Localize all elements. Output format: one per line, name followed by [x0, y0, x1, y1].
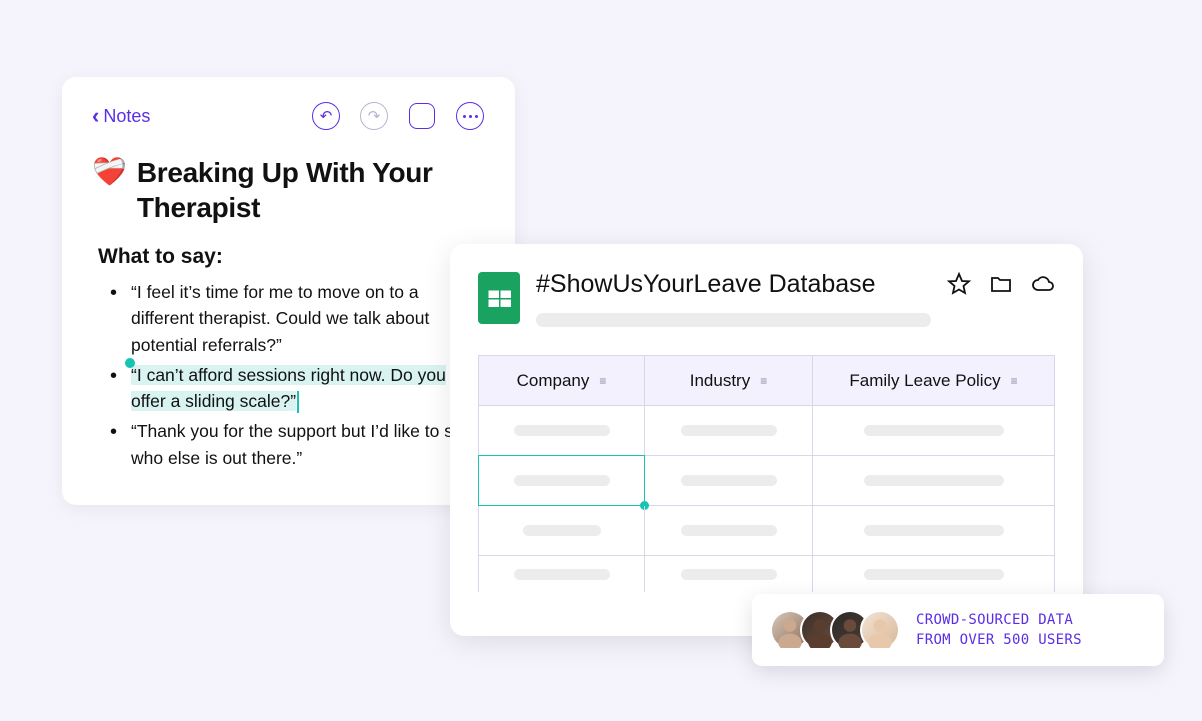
filter-icon[interactable]: ≡ [760, 374, 767, 388]
table-row[interactable] [479, 556, 1054, 592]
cloud-status-button[interactable] [1031, 272, 1055, 296]
cell-placeholder [681, 475, 777, 486]
selected-cell[interactable] [479, 456, 645, 505]
cell-placeholder [681, 525, 777, 536]
list-item[interactable]: “I can’t afford sessions right now. Do y… [102, 362, 485, 415]
sheet-menubar-placeholder [536, 313, 931, 327]
cell-placeholder [514, 569, 610, 580]
back-label: Notes [103, 106, 150, 127]
text-caret-icon [297, 391, 299, 413]
crowd-text-line2: FROM OVER 500 USERS [916, 630, 1082, 650]
avatar-stack [770, 610, 900, 650]
redo-icon: ↷ [368, 107, 381, 125]
google-sheets-icon [478, 272, 520, 324]
column-header-industry[interactable]: Industry ≡ [645, 356, 813, 405]
cell-placeholder [514, 425, 610, 436]
more-button[interactable] [455, 101, 485, 131]
ellipsis-icon [456, 102, 484, 130]
list-item[interactable]: “Thank you for the support but I’d like … [102, 418, 485, 471]
notes-toolbar: ‹ Notes ↶ ↷ [92, 99, 485, 133]
table-row[interactable] [479, 406, 1054, 456]
filter-icon[interactable]: ≡ [1011, 374, 1018, 388]
chevron-left-icon: ‹ [92, 105, 99, 127]
table-row[interactable] [479, 506, 1054, 556]
person-icon [862, 612, 898, 648]
star-button[interactable] [947, 272, 971, 296]
note-bullet-list[interactable]: “I feel it’s time for me to move on to a… [92, 279, 485, 471]
heart-bandage-emoji-icon: ❤️‍🩹 [92, 155, 127, 189]
column-header-policy[interactable]: Family Leave Policy ≡ [813, 356, 1054, 405]
list-item[interactable]: “I feel it’s time for me to move on to a… [102, 279, 485, 358]
bullet-text-selected: “I can’t afford sessions right now. Do y… [131, 362, 485, 415]
sheet-header: #ShowUsYourLeave Database [478, 270, 1055, 327]
sheet-title[interactable]: #ShowUsYourLeave Database [536, 270, 931, 299]
undo-icon: ↶ [320, 107, 333, 125]
cloud-icon [1031, 272, 1055, 296]
crowd-badge-text: CROWD-SOURCED DATA FROM OVER 500 USERS [916, 610, 1082, 651]
column-header-label: Industry [690, 371, 750, 391]
spreadsheet-grid[interactable]: Company ≡ Industry ≡ Family Leave Policy ≡ [478, 355, 1055, 592]
cell-placeholder [681, 425, 777, 436]
share-icon [409, 103, 435, 129]
cell-placeholder [864, 475, 1004, 486]
selection-start-handle-icon[interactable] [125, 358, 135, 368]
note-subheading[interactable]: What to say: [98, 245, 485, 269]
table-header-row: Company ≡ Industry ≡ Family Leave Policy ≡ [479, 356, 1054, 406]
bullet-text: “Thank you for the support but I’d like … [131, 418, 485, 471]
cell-placeholder [864, 525, 1004, 536]
column-header-label: Company [517, 371, 590, 391]
redo-button[interactable]: ↷ [359, 101, 389, 131]
cell-placeholder [864, 569, 1004, 580]
table-row[interactable] [479, 456, 1054, 506]
notes-app-card: ‹ Notes ↶ ↷ ❤️‍🩹 Breaking Up With Your T… [62, 77, 515, 505]
cell-placeholder [681, 569, 777, 580]
undo-button[interactable]: ↶ [311, 101, 341, 131]
filter-icon[interactable]: ≡ [599, 374, 606, 388]
star-icon [947, 272, 971, 296]
cell-placeholder [523, 525, 601, 536]
sheet-header-actions [947, 272, 1055, 296]
folder-icon [989, 272, 1013, 296]
back-button[interactable]: ‹ Notes [92, 105, 150, 127]
column-header-company[interactable]: Company ≡ [479, 356, 645, 405]
avatar [860, 610, 900, 650]
crowd-sourced-badge: CROWD-SOURCED DATA FROM OVER 500 USERS [752, 594, 1164, 666]
note-title-text[interactable]: Breaking Up With Your Therapist [137, 155, 485, 225]
note-title: ❤️‍🩹 Breaking Up With Your Therapist [92, 155, 485, 225]
cell-placeholder [514, 475, 610, 486]
share-button[interactable] [407, 101, 437, 131]
cell-placeholder [864, 425, 1004, 436]
bullet-text: “I feel it’s time for me to move on to a… [131, 279, 485, 358]
spreadsheet-card: #ShowUsYourLeave Database Company ≡ Indus… [450, 244, 1083, 636]
move-to-folder-button[interactable] [989, 272, 1013, 296]
column-header-label: Family Leave Policy [849, 371, 1000, 391]
crowd-text-line1: CROWD-SOURCED DATA [916, 610, 1082, 630]
